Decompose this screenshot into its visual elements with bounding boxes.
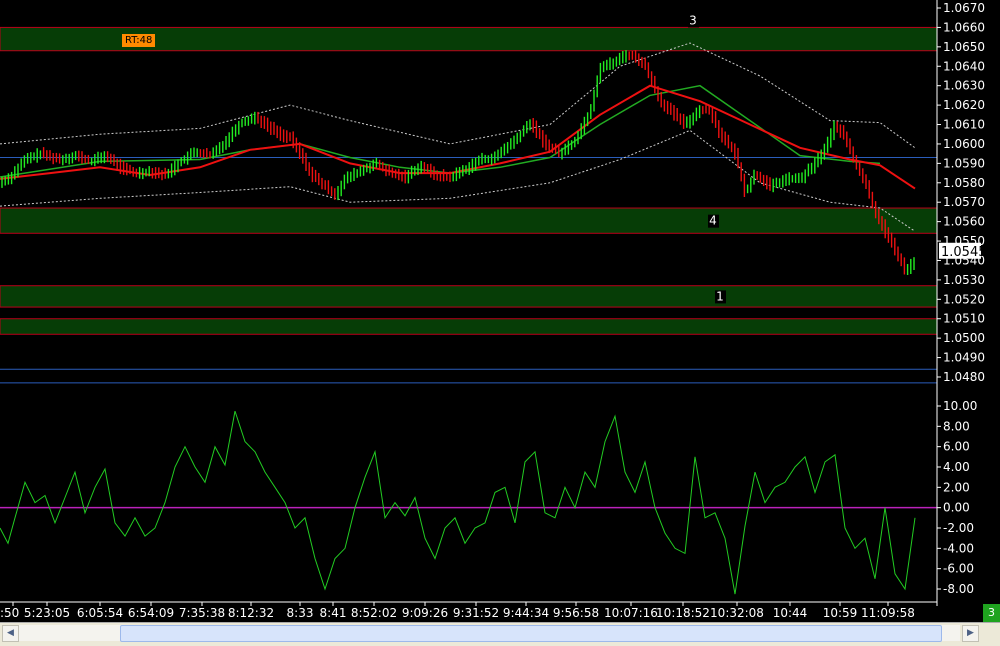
oscillator-tick-label: -6.00: [943, 562, 974, 576]
chart-canvas: 3 4 1 1.0670 1.0660 1.0650 1.0640 1.0630 1.0620…: [0, 0, 1000, 622]
zone-label-1: 1: [716, 289, 724, 303]
corner-badge: 3: [983, 604, 1000, 622]
oscillator-tick-label: 10.00: [943, 399, 977, 413]
time-tick-label: 8:41: [320, 606, 347, 620]
time-tick-label: 6:05:54: [77, 606, 123, 620]
price-tick-label: 1.0500: [943, 331, 985, 345]
oscillator-tick-label: 8.00: [943, 419, 970, 433]
zone-label-3: 3: [689, 13, 697, 27]
time-tick-label: 10:18:52: [656, 606, 710, 620]
price-tick-label: 1.0630: [943, 79, 985, 93]
time-tick-label: 10:32:08: [710, 606, 764, 620]
price-tick-label: 1.0530: [943, 273, 985, 287]
time-tick-label: 5:23:05: [24, 606, 70, 620]
price-tick-label: 1.0480: [943, 370, 985, 384]
zone-2: [0, 207, 938, 234]
zone-3: [0, 285, 938, 308]
price-tick-label: 1.0580: [943, 176, 985, 190]
oscillator-tick-label: -8.00: [943, 582, 974, 596]
price-tick-label: 1.0610: [943, 118, 985, 132]
time-tick-label: 6:54:09: [128, 606, 174, 620]
oscillator-tick-label: -4.00: [943, 541, 974, 555]
last-price-marker: 1.0545: [939, 242, 987, 260]
last-price-value: 1.0545: [941, 245, 987, 260]
time-tick-label: 10:07:16: [604, 606, 658, 620]
price-tick-label: 1.0640: [943, 59, 985, 73]
price-tick-label: 1.0490: [943, 351, 985, 365]
price-tick-label: 1.0670: [943, 1, 985, 15]
price-tick-label: 1.0520: [943, 292, 985, 306]
time-tick-label: 9:09:26: [402, 606, 448, 620]
zone-label-4: 4: [709, 214, 717, 228]
price-tick-label: 1.0510: [943, 312, 985, 326]
price-tick-label: 1.0590: [943, 156, 985, 170]
rt-badge: RT:48: [122, 34, 156, 47]
price-tick-label: 1.0600: [943, 137, 985, 151]
time-tick-label: 10:59: [823, 606, 858, 620]
price-tick-label: 1.0650: [943, 40, 985, 54]
horizontal-scrollbar[interactable]: ◀ ▶: [0, 622, 1000, 646]
price-tick-label: 1.0660: [943, 20, 985, 34]
time-tick-label: 7:35:38: [179, 606, 225, 620]
time-tick-label: 8:12:32: [228, 606, 274, 620]
time-tick-label: 9:56:58: [553, 606, 599, 620]
oscillator-tick-label: 0.00: [943, 501, 970, 515]
time-tick-label: :50: [0, 606, 19, 620]
oscillator-tick-label: 4.00: [943, 460, 970, 474]
scroll-left-button[interactable]: ◀: [2, 625, 19, 642]
scroll-thumb[interactable]: [120, 625, 942, 642]
time-tick-label: 10:44: [773, 606, 808, 620]
scroll-right-button[interactable]: ▶: [962, 625, 979, 642]
price-tick-label: 1.0560: [943, 215, 985, 229]
time-tick-label: 8:52:02: [351, 606, 397, 620]
time-tick-label: 8:33: [287, 606, 314, 620]
oscillator-tick-label: 2.00: [943, 480, 970, 494]
time-tick-label: 9:44:34: [503, 606, 549, 620]
zone-4: [0, 318, 938, 335]
price-tick-label: 1.0620: [943, 98, 985, 112]
time-tick-label: 9:31:52: [453, 606, 499, 620]
price-tick-label: 1.0570: [943, 195, 985, 209]
oscillator-tick-label: 6.00: [943, 440, 970, 454]
time-tick-label: 11:09:58: [861, 606, 915, 620]
oscillator-tick-label: -2.00: [943, 521, 974, 535]
